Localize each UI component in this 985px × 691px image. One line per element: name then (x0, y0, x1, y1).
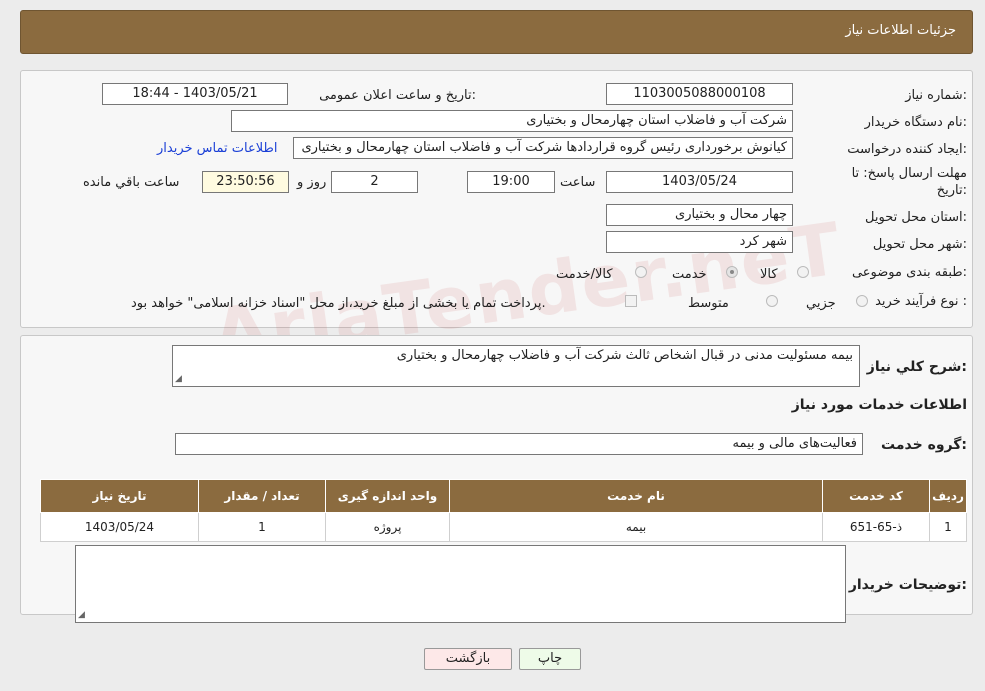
col-service-code: کد خدمت (822, 479, 930, 513)
buyer-org-field[interactable]: شرکت آب و فاضلاب استان چهارمحال و بختیار… (231, 110, 793, 132)
cell-need-date: 1403/05/24 (40, 512, 199, 542)
city-field[interactable]: شهر کرد (606, 231, 793, 253)
cell-service-code: ذ-65-651 (822, 512, 930, 542)
services-title: اطلاعات خدمات مورد نياز (791, 397, 967, 413)
days-field[interactable]: 2 (331, 171, 418, 193)
table-row[interactable]: 1 ذ-65-651 بیمه پروژه 1 1403/05/24 (40, 512, 967, 542)
deadline-time-label: ساعت (560, 175, 596, 190)
city-label: شهر محل تحویل: (872, 237, 967, 252)
category-option-goods-service: کالا/خدمت (556, 267, 613, 282)
creator-field[interactable]: کیانوش برخورداری رئیس گروه قراردادها شرک… (293, 137, 793, 159)
col-quantity: تعداد / مقدار (198, 479, 326, 513)
need-number-label: شماره نیاز: (905, 88, 967, 103)
page-header: جزئیات اطلاعات نیاز (20, 10, 973, 54)
deadline-time-field[interactable]: 19:00 (467, 171, 555, 193)
page-title: جزئیات اطلاعات نیاز (845, 23, 956, 38)
category-radio-goods[interactable] (797, 266, 809, 278)
need-info-panel (20, 70, 973, 328)
province-label: استان محل تحویل: (865, 210, 967, 225)
table-header-row: رديف کد خدمت نام خدمت واحد اندازه گيری ت… (40, 479, 967, 513)
creator-label: ایجاد کننده درخواست: (847, 142, 967, 157)
col-need-date: تاريخ نياز (40, 479, 199, 513)
cell-service-name: بیمه (449, 512, 823, 542)
deadline-label-2: تاریخ: (936, 183, 967, 198)
buyer-notes-label: توضيحات خريدار: (848, 577, 967, 593)
category-label: طبقه بندی موضوعی: (851, 265, 967, 280)
service-group-label: گروه خدمت: (881, 437, 967, 453)
treasury-payment-checkbox[interactable] (625, 295, 637, 307)
deadline-date-field[interactable]: 1403/05/24 (606, 171, 793, 193)
col-unit: واحد اندازه گيری (325, 479, 450, 513)
cell-quantity: 1 (198, 512, 326, 542)
service-group-field[interactable]: فعالیت‌های مالی و بیمه (175, 433, 863, 455)
buyer-notes-textarea[interactable]: ◢ (75, 545, 846, 623)
process-radio-medium[interactable] (766, 295, 778, 307)
announce-field[interactable]: 1403/05/21 - 18:44 (102, 83, 288, 105)
process-option-minor: جزیي (806, 296, 836, 311)
cell-row-number: 1 (929, 512, 967, 542)
col-row-number: رديف (929, 479, 967, 513)
resize-handle-icon[interactable]: ◢ (175, 374, 182, 384)
announce-label: تاریخ و ساعت اعلان عمومی: (319, 88, 476, 103)
print-button[interactable]: چاپ (519, 648, 581, 670)
deadline-label-1: مهلت ارسال پاسخ: تا (851, 166, 967, 181)
days-label: روز و (297, 175, 327, 190)
cell-unit: پروژه (325, 512, 450, 542)
category-option-goods: کالا (760, 267, 778, 282)
back-button[interactable]: بازگشت (424, 648, 512, 670)
resize-handle-icon[interactable]: ◢ (78, 610, 85, 620)
summary-textarea[interactable]: بیمه مسئولیت مدنی در قبال اشخاص ثالث شرک… (172, 345, 860, 387)
need-number-field[interactable]: 1103005088000108 (606, 83, 793, 105)
process-label: نوع فرآیند خرید : (875, 294, 967, 309)
remaining-label: ساعت باقي مانده (83, 175, 180, 190)
summary-text: بیمه مسئولیت مدنی در قبال اشخاص ثالث شرک… (396, 348, 853, 363)
province-field[interactable]: چهار محال و بختیاری (606, 204, 793, 226)
services-table: رديف کد خدمت نام خدمت واحد اندازه گيری ت… (40, 479, 967, 542)
category-radio-goods-service[interactable] (635, 266, 647, 278)
process-option-medium: متوسط (688, 296, 729, 311)
treasury-payment-note: پرداخت تمام یا بخشی از مبلغ خرید،از محل … (131, 296, 546, 311)
buyer-org-label: نام دستگاه خریدار: (864, 115, 967, 130)
remaining-time-field: 23:50:56 (202, 171, 289, 193)
col-service-name: نام خدمت (449, 479, 823, 513)
category-radio-service[interactable] (726, 266, 738, 278)
process-radio-minor[interactable] (856, 295, 868, 307)
category-option-service: خدمت (672, 267, 707, 282)
summary-label: شرح کلي نياز: (866, 359, 967, 375)
contact-buyer-link[interactable]: اطلاعات تماس خریدار (157, 141, 277, 156)
